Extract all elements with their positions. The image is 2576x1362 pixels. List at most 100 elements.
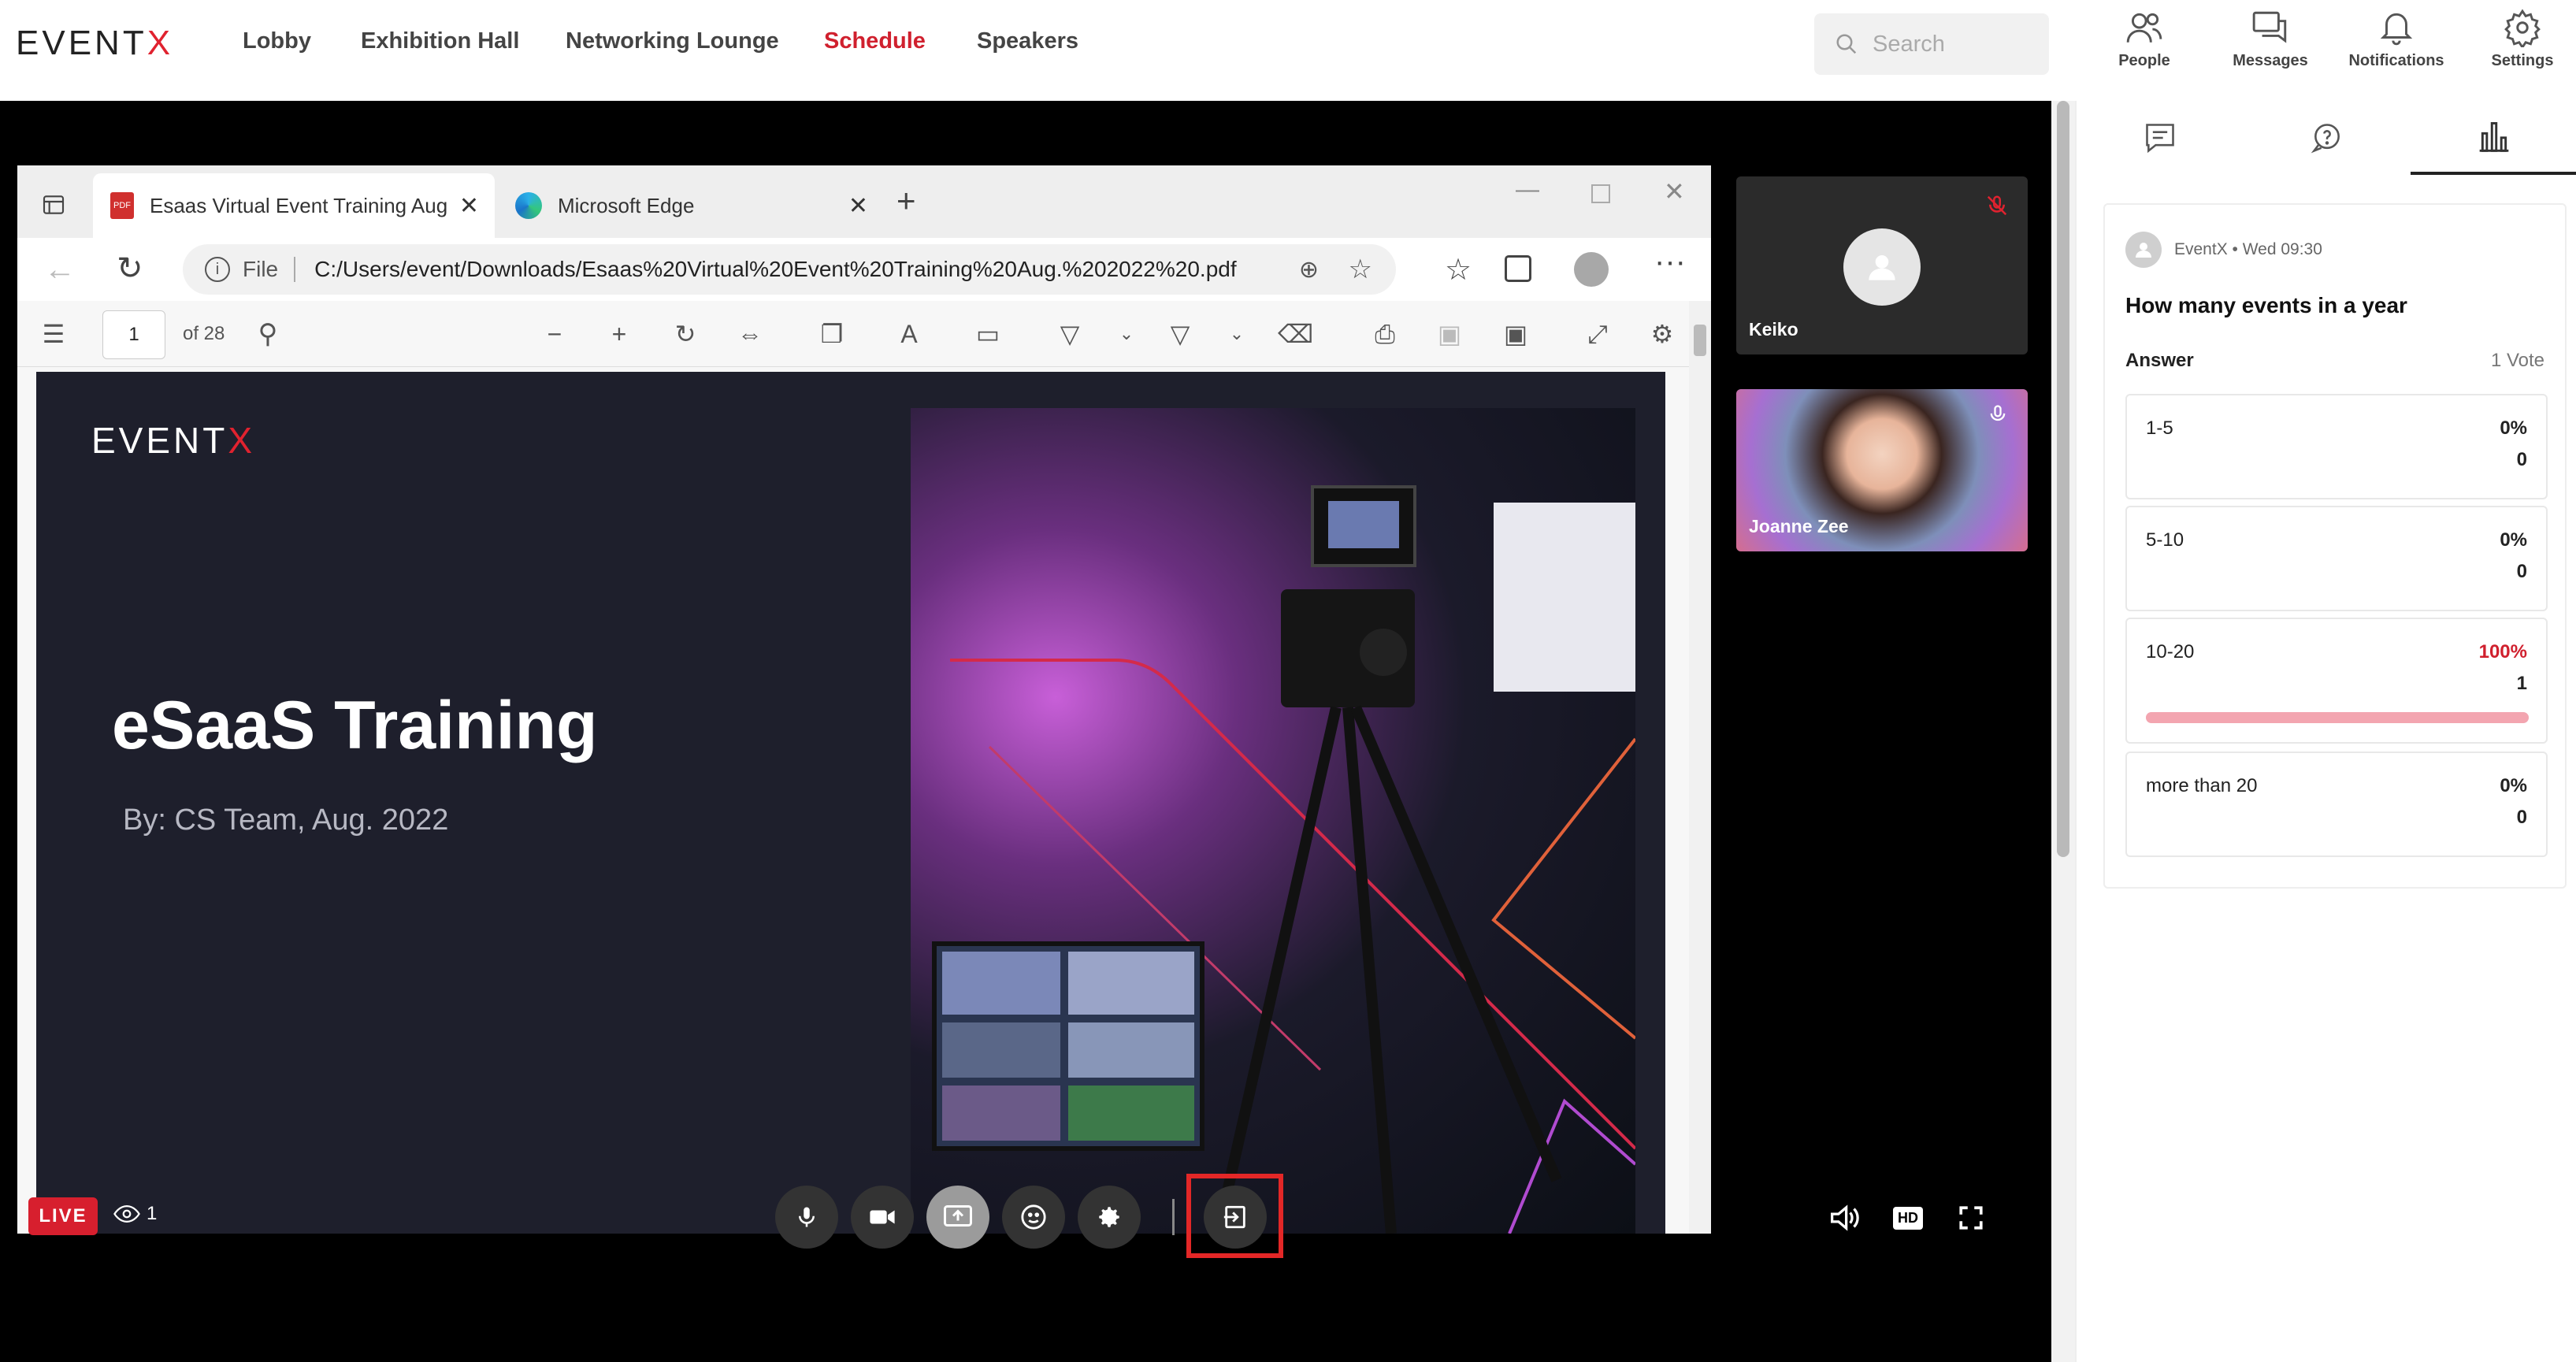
collections-icon[interactable] (1505, 255, 1531, 282)
settings-button[interactable]: Settings (2463, 8, 2576, 87)
close-window-icon[interactable]: ✕ (1664, 176, 1685, 206)
poll-option[interactable]: 5-10 0% 0 (2125, 506, 2548, 611)
poll-option-percent: 0% (2500, 775, 2527, 796)
gear-icon (2504, 9, 2541, 47)
tab-polls[interactable] (2411, 101, 2576, 175)
pdf-icon: PDF (110, 192, 134, 219)
chat-icon (2146, 124, 2174, 154)
gear-icon (1099, 1207, 1119, 1227)
poll-chart-icon (2479, 122, 2509, 152)
share-screen-button[interactable] (926, 1186, 989, 1249)
nav-lobby[interactable]: Lobby (243, 28, 311, 54)
presentation-slide: EVENTX eSaaS Training By: CS Team, Aug. … (36, 372, 1665, 1234)
highlight-options-chevron-icon[interactable]: ⌄ (1223, 320, 1251, 348)
stage-scrollbar-thumb[interactable] (2057, 101, 2069, 857)
participant-avatar (1843, 228, 1921, 306)
save-icon[interactable]: ▣ (1435, 320, 1464, 348)
messages-icon (2252, 11, 2287, 43)
nav-exhibition-hall[interactable]: Exhibition Hall (361, 28, 519, 54)
tab-qa[interactable] (2244, 101, 2411, 175)
nav-schedule[interactable]: Schedule (824, 28, 926, 54)
zoom-in-icon[interactable]: + (605, 320, 633, 348)
tab-actions-icon[interactable] (41, 192, 66, 217)
draw-icon[interactable]: ▽ (1056, 320, 1084, 348)
back-icon[interactable]: ← (44, 252, 76, 288)
hd-quality-button[interactable]: HD (1887, 1197, 1928, 1238)
add-text-icon[interactable]: ▭ (974, 320, 1002, 348)
pdf-settings-icon[interactable]: ⚙ (1648, 320, 1676, 348)
close-tab-icon[interactable]: ✕ (848, 192, 868, 220)
browser-tab-title: Esaas Virtual Event Training Aug (150, 193, 448, 217)
highlight-box (1186, 1174, 1283, 1258)
fit-width-icon[interactable]: ⇔ (736, 320, 764, 348)
camera-button[interactable] (851, 1186, 914, 1249)
contents-icon[interactable]: ☰ (39, 320, 68, 348)
stream-settings-button[interactable] (1078, 1186, 1141, 1249)
fullscreen-pdf-icon[interactable]: ⤢ (1583, 320, 1612, 348)
nav-speakers[interactable]: Speakers (977, 28, 1078, 54)
author-avatar (2125, 232, 2162, 268)
page-view-icon[interactable]: ❐ (818, 320, 846, 348)
rotate-icon[interactable]: ↻ (671, 320, 700, 348)
zoom-out-icon[interactable]: − (540, 320, 569, 348)
search-icon (1836, 34, 1857, 54)
refresh-icon[interactable]: ↻ (117, 251, 143, 287)
fullscreen-button[interactable] (1951, 1197, 1991, 1238)
browser-tab-edge[interactable]: Microsoft Edge ✕ (498, 173, 884, 238)
pdf-scrollbar-thumb[interactable] (1694, 325, 1706, 356)
pdf-scrollbar[interactable] (1689, 301, 1711, 1234)
share-screen-icon (944, 1205, 972, 1227)
poll-option[interactable]: more than 20 0% 0 (2125, 752, 2548, 857)
draw-options-chevron-icon[interactable]: ⌄ (1112, 320, 1141, 348)
read-aloud-icon[interactable]: A (895, 320, 923, 348)
poll-option-label: more than 20 (2146, 775, 2258, 796)
highlight-icon[interactable]: ▽ (1166, 320, 1194, 348)
volume-button[interactable] (1824, 1197, 1865, 1238)
poll-option-label: 1-5 (2146, 418, 2173, 439)
find-icon[interactable]: ⚲ (254, 320, 282, 348)
browser-tab-pdf[interactable]: PDF Esaas Virtual Event Training Aug ✕ (93, 173, 495, 238)
notifications-button[interactable]: Notifications (2337, 8, 2455, 87)
reactions-button[interactable] (1002, 1186, 1065, 1249)
zoom-icon[interactable]: ⊕ (1299, 256, 1319, 284)
poll-option[interactable]: 10-20 100% 1 (2125, 618, 2548, 744)
tab-chat[interactable] (2077, 101, 2244, 175)
messages-label: Messages (2233, 52, 2308, 69)
slide-title: eSaaS Training (112, 688, 598, 763)
video-stage: PDF Esaas Virtual Event Training Aug ✕ M… (0, 101, 2051, 1362)
microphone-button[interactable] (775, 1186, 838, 1249)
poll-option[interactable]: 1-5 0% 0 (2125, 394, 2548, 499)
participant-tile[interactable]: Joanne Zee (1736, 389, 2028, 551)
people-button[interactable]: People (2085, 8, 2203, 87)
user-icon (1869, 255, 1895, 280)
messages-button[interactable]: Messages (2211, 8, 2329, 87)
close-tab-icon[interactable]: ✕ (459, 192, 479, 220)
print-icon[interactable]: ⎙ (1371, 320, 1399, 348)
slide-subtitle: By: CS Team, Aug. 2022 (123, 803, 449, 837)
mic-muted-icon (1987, 195, 2007, 216)
poll-result-bar (2146, 712, 2529, 723)
save-as-icon[interactable]: ▣ (1501, 320, 1530, 348)
eventx-logo[interactable]: EVENTX (16, 24, 173, 63)
more-options-icon[interactable]: ··· (1654, 244, 1686, 280)
nav-networking-lounge[interactable]: Networking Lounge (566, 28, 779, 54)
search-input[interactable]: Search (1814, 13, 2049, 75)
address-field[interactable]: i File C:/Users/event/Downloads/Esaas%20… (183, 244, 1396, 295)
settings-label: Settings (2491, 52, 2554, 69)
favorite-add-icon[interactable]: ☆ (1349, 254, 1372, 285)
minimize-window-icon[interactable]: — (1516, 176, 1539, 203)
erase-icon[interactable]: ⌫ (1278, 320, 1313, 348)
stage-scrollbar[interactable] (2051, 101, 2075, 1362)
poll-option-percent: 100% (2478, 641, 2527, 662)
poll-option-percent: 0% (2500, 418, 2527, 439)
favorites-icon[interactable]: ☆ (1445, 252, 1472, 288)
participant-name: Joanne Zee (1749, 516, 1849, 536)
profile-avatar[interactable] (1574, 252, 1609, 287)
page-number-input[interactable]: 1 (102, 310, 165, 359)
browser-tab-title: Microsoft Edge (558, 193, 695, 217)
new-tab-icon[interactable]: + (896, 184, 916, 217)
participant-tile[interactable]: Keiko (1736, 176, 2028, 354)
hd-icon: HD (1893, 1206, 1923, 1230)
maximize-window-icon[interactable] (1591, 184, 1610, 203)
page-total-label: of 28 (183, 323, 225, 344)
